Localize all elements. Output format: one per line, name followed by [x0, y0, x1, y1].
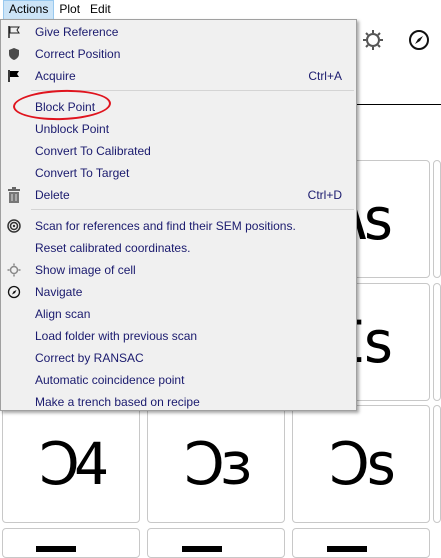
cell-label: Ↄ4	[39, 430, 109, 498]
navigate-button[interactable]	[405, 26, 433, 54]
menu-item-label: Delete	[35, 188, 70, 202]
menu-item-correct-by-ransac[interactable]: Correct by RANSAC	[1, 347, 356, 369]
menu-item-label: Automatic coincidence point	[35, 373, 185, 387]
cell-glyph-fragment	[327, 546, 367, 552]
menu-item-delete[interactable]: Delete Ctrl+D	[1, 184, 356, 206]
flag-outline-icon	[6, 24, 22, 40]
menu-item-label: Align scan	[35, 307, 91, 321]
gear-icon	[363, 30, 383, 50]
gear-icon	[6, 262, 22, 278]
menu-item-shortcut: Ctrl+A	[308, 69, 342, 83]
grid-cell[interactable]	[147, 528, 285, 558]
menu-item-label: Navigate	[35, 285, 83, 299]
grid-cell[interactable]: Ↄs	[292, 405, 430, 523]
menu-item-label: Correct Position	[35, 47, 121, 61]
cell-glyph-fragment	[36, 546, 76, 552]
menu-item-convert-to-calibrated[interactable]: Convert To Calibrated	[1, 140, 356, 162]
trash-icon	[6, 187, 22, 203]
menu-item-label: Correct by RANSAC	[35, 351, 144, 365]
toolbar	[355, 20, 441, 60]
menu-item-make-trench[interactable]: Make a trench based on recipe	[1, 391, 356, 413]
menu-item-correct-position[interactable]: Correct Position	[1, 43, 356, 65]
cell-label: Ↄs	[329, 430, 399, 498]
grid-cell[interactable]: Ↄ4	[2, 405, 140, 523]
flag-icon	[6, 68, 22, 84]
menu-item-label: Show image of cell	[35, 263, 136, 277]
menu-plot[interactable]: Plot	[54, 0, 85, 20]
menu-item-label: Convert To Target	[35, 166, 130, 180]
menu-edit[interactable]: Edit	[85, 0, 116, 20]
menu-item-label: Make a trench based on recipe	[35, 395, 200, 409]
menu-item-unblock-point[interactable]: Unblock Point	[1, 118, 356, 140]
menu-separator	[31, 209, 354, 210]
menu-item-label: Give Reference	[35, 25, 119, 39]
shield-icon	[6, 46, 22, 62]
menu-item-convert-to-target[interactable]: Convert To Target	[1, 162, 356, 184]
cell-label: Ↄɜ	[184, 430, 254, 498]
menu-item-label: Convert To Calibrated	[35, 144, 151, 158]
menu-item-align-scan[interactable]: Align scan	[1, 303, 356, 325]
actions-dropdown-menu: Give Reference Correct Position Acquire …	[0, 19, 357, 411]
menu-item-label: Reset calibrated coordinates.	[35, 241, 191, 255]
menu-item-show-image-of-cell[interactable]: Show image of cell	[1, 259, 356, 281]
menu-item-load-folder[interactable]: Load folder with previous scan	[1, 325, 356, 347]
compass-icon	[409, 30, 429, 50]
compass-icon	[6, 284, 22, 300]
menu-item-shortcut: Ctrl+D	[307, 188, 342, 202]
menu-item-acquire[interactable]: Acquire Ctrl+A	[1, 65, 356, 87]
menu-item-reset-calibrated[interactable]: Reset calibrated coordinates.	[1, 237, 356, 259]
menu-item-scan-references[interactable]: Scan for references and find their SEM p…	[1, 215, 356, 237]
menu-item-automatic-coincidence-point[interactable]: Automatic coincidence point	[1, 369, 356, 391]
menu-item-label: Acquire	[35, 69, 76, 83]
spiral-icon	[6, 218, 22, 234]
menu-item-label: Unblock Point	[35, 122, 110, 136]
menu-item-label: Load folder with previous scan	[35, 329, 198, 343]
grid-cell-edge	[433, 405, 441, 523]
cell-image-gear-button[interactable]	[359, 26, 387, 54]
menu-item-label: Scan for references and find their SEM p…	[35, 219, 296, 233]
menu-actions[interactable]: Actions	[3, 0, 55, 20]
grid-cell[interactable]: Ↄɜ	[147, 405, 285, 523]
grid-cell[interactable]	[2, 528, 140, 558]
grid-cell-edge	[433, 283, 441, 401]
menu-item-give-reference[interactable]: Give Reference	[1, 21, 356, 43]
grid-cell-edge	[433, 160, 441, 278]
menu-bar: Actions Plot Edit	[0, 0, 441, 20]
cell-glyph-fragment	[182, 546, 222, 552]
grid-cell[interactable]	[292, 528, 430, 558]
menu-item-navigate[interactable]: Navigate	[1, 281, 356, 303]
grid-header-strip	[355, 60, 441, 105]
